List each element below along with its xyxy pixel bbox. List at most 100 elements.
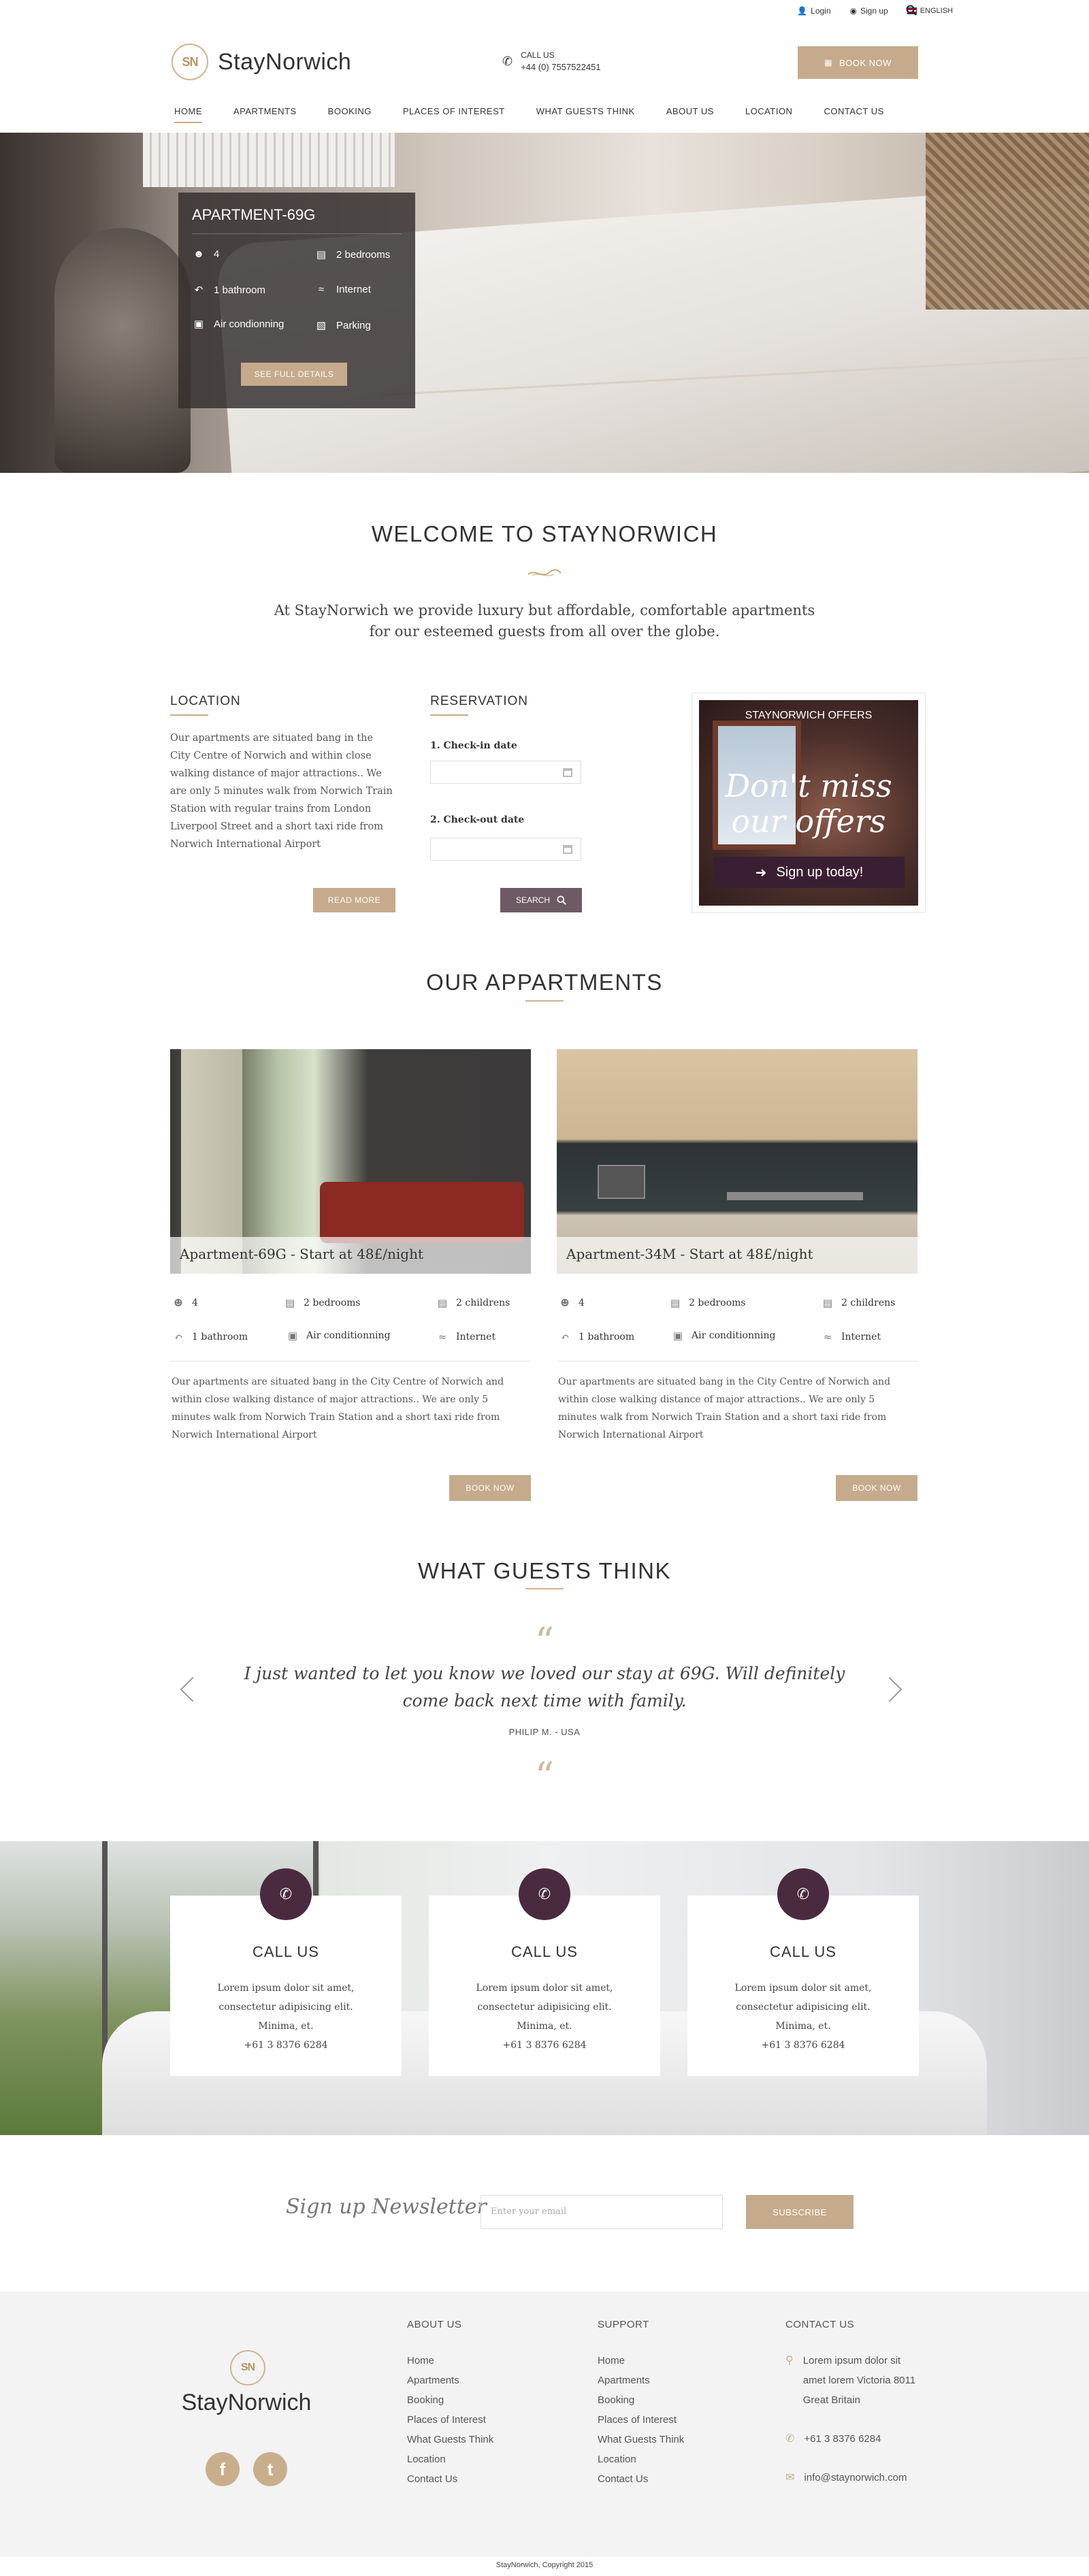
call-box-body: Lorem ipsum dolor sit amet, consectetur … bbox=[170, 1979, 402, 2055]
newsletter-title: Sign up Newsletter bbox=[286, 2195, 487, 2219]
apt-guests: ☻ 4 bbox=[558, 1297, 585, 1309]
newsletter-email-input[interactable]: Enter your email bbox=[481, 2195, 723, 2229]
bed-icon: ▤ bbox=[316, 249, 327, 261]
call-box-line: Lorem ipsum dolor sit amet, bbox=[476, 1983, 613, 1994]
see-full-details-button[interactable]: SEE FULL DETAILS bbox=[241, 363, 347, 386]
location-line: Station with regular trains from London bbox=[170, 804, 372, 814]
testimonial-author: PHILIP M. - USA bbox=[508, 1727, 581, 1737]
call-box-title: CALL US bbox=[253, 1943, 319, 1960]
apartment-caption: Apartment-69G - Start at 48£/night bbox=[170, 1237, 531, 1274]
login-link[interactable]: 👤 Login bbox=[797, 6, 830, 16]
apartment-image[interactable]: Apartment-69G - Start at 48£/night bbox=[170, 1049, 531, 1274]
nav-what-guests-think[interactable]: WHAT GUESTS THINK bbox=[536, 102, 635, 123]
aircon-icon: ▣ bbox=[287, 1330, 298, 1342]
feature-bathroom: ↶ 1 bathroom bbox=[192, 284, 265, 297]
guests-title: WHAT GUESTS THINK bbox=[417, 1558, 672, 1583]
copyright: StayNorwich, Copyright 2015 bbox=[495, 2561, 594, 2569]
feature-bedrooms-value: 2 bedrooms bbox=[336, 248, 391, 261]
call-box-line: Lorem ipsum dolor sit amet, bbox=[734, 1983, 872, 1994]
nav-apartments[interactable]: APARTMENTS bbox=[233, 102, 297, 123]
shower-icon: ↶ bbox=[194, 284, 204, 296]
shower-icon: ↶ bbox=[560, 1331, 570, 1343]
feature-parking-value: Parking bbox=[336, 319, 371, 331]
calendar-icon bbox=[563, 768, 572, 777]
address-line: amet lorem Victoria 8011 bbox=[802, 2375, 916, 2386]
call-box: ✆ CALL US Lorem ipsum dolor sit amet, co… bbox=[429, 1868, 660, 2076]
footer-link[interactable]: Contact Us bbox=[598, 2469, 684, 2489]
offers-banner[interactable]: STAYNORWICH OFFERS Don't miss our offers… bbox=[692, 693, 926, 913]
bed-icon: ▤ bbox=[285, 1297, 295, 1309]
footer-link[interactable]: Places of Interest bbox=[407, 2410, 493, 2430]
checkout-date-input[interactable] bbox=[430, 838, 581, 861]
header-call: ✆ CALL US +44 (0) 7557522451 bbox=[502, 50, 601, 72]
apt-bathroom: ↶ 1 bathroom bbox=[172, 1331, 248, 1343]
sign-up-today-button[interactable]: ➜ Sign up today! bbox=[714, 857, 905, 888]
location-line: Our apartments are situated bang in the bbox=[170, 733, 374, 744]
read-more-button[interactable]: READ MORE bbox=[313, 888, 395, 912]
footer-link[interactable]: Home bbox=[407, 2351, 493, 2371]
language-label: ENGLISH bbox=[920, 7, 953, 15]
location-line: Liverpool Street and a short taxi ride f… bbox=[170, 821, 383, 832]
footer-link[interactable]: Apartments bbox=[598, 2371, 684, 2390]
desc-line: Our apartments are situated bang in the … bbox=[172, 1376, 504, 1387]
apt-bathroom: ↶ 1 bathroom bbox=[558, 1331, 634, 1343]
logo-emblem: SN bbox=[172, 44, 208, 80]
address-line: Great Britain bbox=[802, 2394, 860, 2406]
apt-guests-value: 4 bbox=[192, 1298, 198, 1308]
main-nav: HOME APARTMENTS BOOKING PLACES OF INTERE… bbox=[174, 102, 915, 123]
footer-link[interactable]: Places of Interest bbox=[598, 2410, 684, 2430]
hero-lamp bbox=[54, 228, 191, 473]
footer-link[interactable]: Apartments bbox=[407, 2371, 493, 2390]
footer-email[interactable]: ✉ info@staynorwich.com bbox=[785, 2468, 915, 2488]
nav-contact-us[interactable]: CONTACT US bbox=[824, 102, 883, 123]
user-icon: ☻ bbox=[193, 248, 204, 260]
footer-link[interactable]: Booking bbox=[598, 2390, 684, 2410]
phone-icon: ✆ bbox=[260, 1868, 312, 1920]
apt-children-value: 2 childrens bbox=[841, 1298, 896, 1308]
call-box-line: consectetur adipisicing elit. bbox=[477, 2002, 612, 2013]
apt-internet: ≈ Internet bbox=[436, 1331, 495, 1343]
footer-email-value[interactable]: info@staynorwich.com bbox=[804, 2468, 907, 2488]
call-box-line: consectetur adipisicing elit. bbox=[218, 2002, 353, 2013]
footer-about: ABOUT US Home Apartments Booking Places … bbox=[407, 2319, 493, 2489]
apartment-image[interactable]: Apartment-34M - Start at 48£/night bbox=[557, 1049, 917, 1274]
footer-link[interactable]: Booking bbox=[407, 2390, 493, 2410]
phone-icon: ✆ bbox=[519, 1868, 570, 1920]
twitter-icon[interactable]: t bbox=[253, 2452, 287, 2486]
footer-support: SUPPORT Home Apartments Booking Places o… bbox=[598, 2319, 684, 2489]
checkin-date-input[interactable] bbox=[430, 761, 581, 784]
nav-places-of-interest[interactable]: PLACES OF INTEREST bbox=[403, 102, 505, 123]
nav-about-us[interactable]: ABOUT US bbox=[666, 102, 714, 123]
footer-link[interactable]: Contact Us bbox=[407, 2469, 493, 2489]
top-bar: 👤 Login ◉ Sign up ENGLISH bbox=[0, 0, 1089, 24]
footer-phone-value: +61 3 8376 6284 bbox=[804, 2433, 881, 2445]
site-logo[interactable]: SN StayNorwich bbox=[172, 44, 351, 80]
footer-contact-title: CONTACT US bbox=[785, 2319, 855, 2330]
nav-home[interactable]: HOME bbox=[174, 102, 202, 123]
facebook-icon[interactable]: f bbox=[206, 2452, 240, 2486]
footer-link[interactable]: Location bbox=[598, 2449, 684, 2469]
footer-link[interactable]: Home bbox=[598, 2351, 684, 2371]
footer-address: ⚲ Lorem ipsum dolor sit amet lorem Victo… bbox=[785, 2351, 915, 2410]
footer-support-links: Home Apartments Booking Places of Intere… bbox=[598, 2351, 684, 2489]
call-box-phone: +61 3 8376 6284 bbox=[761, 2040, 845, 2051]
search-icon[interactable] bbox=[906, 5, 917, 19]
call-box-body: Lorem ipsum dolor sit amet, consectetur … bbox=[429, 1979, 660, 2055]
offers-image: STAYNORWICH OFFERS Don't miss our offers… bbox=[699, 700, 918, 906]
welcome-text: At StayNorwich we provide luxury but aff… bbox=[0, 600, 1089, 642]
footer-link[interactable]: What Guests Think bbox=[598, 2430, 684, 2449]
location-column: LOCATION Our apartments are situated ban… bbox=[170, 694, 408, 853]
book-now-button[interactable]: ▦ BOOK NOW bbox=[798, 46, 918, 79]
book-now-button[interactable]: BOOK NOW bbox=[836, 1475, 917, 1501]
book-now-button[interactable]: BOOK NOW bbox=[449, 1475, 531, 1501]
quote-close-icon: “ bbox=[534, 1755, 555, 1799]
footer-link[interactable]: What Guests Think bbox=[407, 2430, 493, 2449]
envelope-icon: ✉ bbox=[785, 2472, 795, 2483]
signup-link[interactable]: ◉ Sign up bbox=[850, 6, 888, 16]
nav-location[interactable]: LOCATION bbox=[745, 102, 793, 123]
subscribe-button[interactable]: SUBSCRIBE bbox=[746, 2195, 854, 2229]
phone-icon: ✆ bbox=[502, 54, 513, 68]
footer-link[interactable]: Location bbox=[407, 2449, 493, 2469]
search-button[interactable]: SEARCH bbox=[500, 888, 582, 912]
nav-booking[interactable]: BOOKING bbox=[328, 102, 372, 123]
